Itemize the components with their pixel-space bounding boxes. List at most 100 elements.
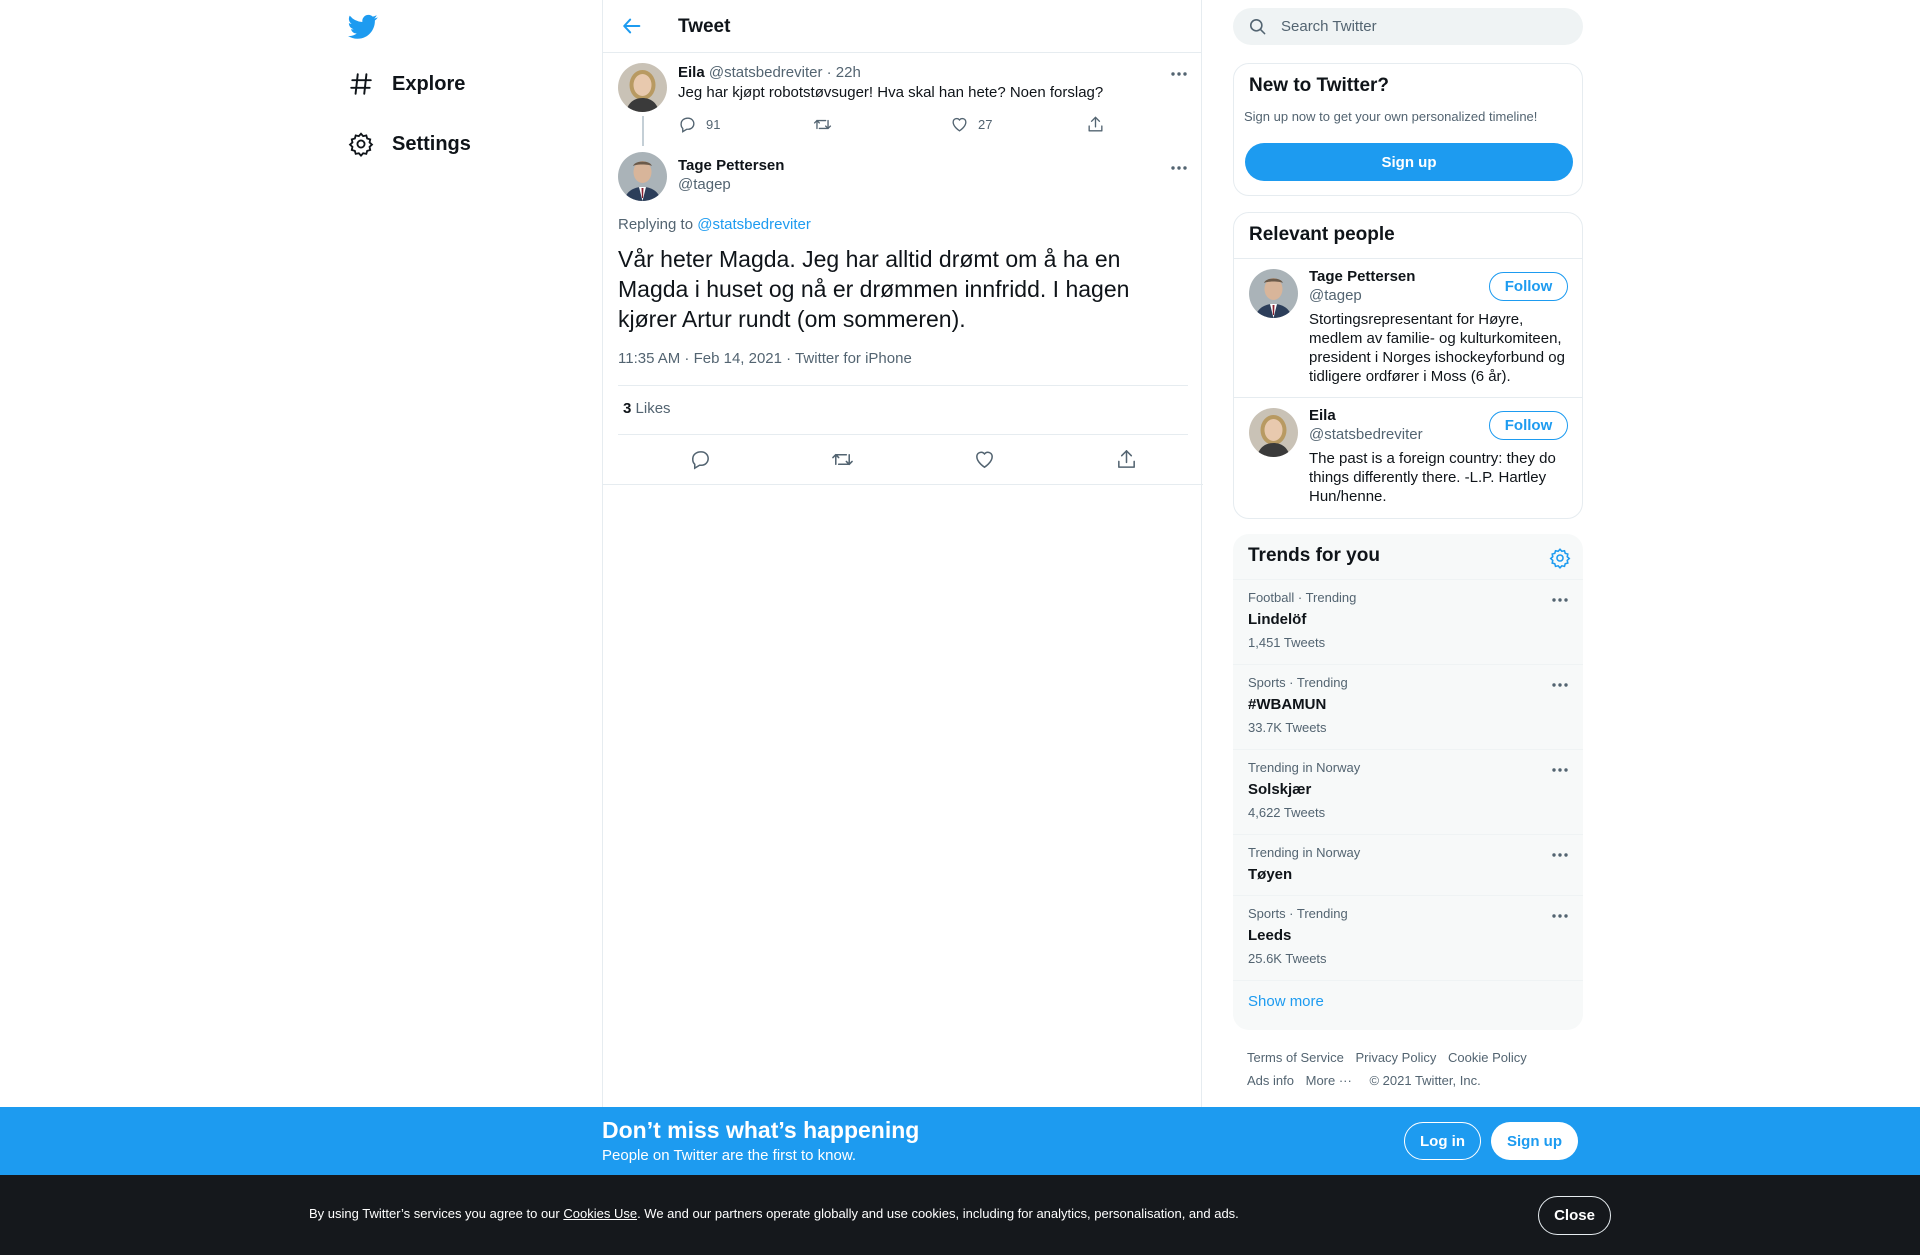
trend-name: Leeds bbox=[1248, 927, 1292, 944]
signup-button[interactable]: Sign up bbox=[1491, 1122, 1578, 1160]
trend-item[interactable]: Trending in Norway Tøyen bbox=[1233, 834, 1583, 895]
footer-link[interactable]: More ··· bbox=[1306, 1073, 1352, 1088]
divider bbox=[618, 385, 1188, 386]
cookie-text: By using Twitter’s services you agree to… bbox=[309, 1206, 1239, 1221]
more-options-icon[interactable] bbox=[1551, 682, 1569, 688]
person-handle[interactable]: @statsbedreviter bbox=[1309, 426, 1423, 443]
cookie-prefix: By using Twitter’s services you agree to… bbox=[309, 1206, 560, 1221]
meta-separator: · bbox=[786, 350, 792, 367]
author-handle[interactable]: @statsbedreviter bbox=[709, 64, 823, 81]
heart-icon[interactable] bbox=[973, 448, 996, 471]
trend-context: Sports · Trending bbox=[1248, 906, 1348, 921]
trends-card: Trends for you Football · Trending Linde… bbox=[1233, 534, 1583, 1030]
follow-button[interactable]: Follow bbox=[1489, 411, 1568, 440]
nav-explore[interactable]: Explore bbox=[348, 66, 465, 102]
trend-name: Solskjær bbox=[1248, 781, 1312, 798]
reply-button[interactable]: 91 bbox=[678, 115, 720, 134]
more-options-icon[interactable] bbox=[1551, 852, 1569, 858]
trend-item[interactable]: Football · Trending Lindelöf 1,451 Tweet… bbox=[1233, 579, 1583, 664]
parent-tweet-text: Jeg har kjøpt robotstøvsuger! Hva skal h… bbox=[678, 84, 1104, 101]
share-button[interactable] bbox=[1086, 115, 1114, 134]
tweet-timestamp[interactable]: 11:35 AM · Feb 14, 2021 bbox=[618, 350, 782, 367]
more-options-icon[interactable] bbox=[1170, 165, 1188, 171]
author-name[interactable]: Eila bbox=[678, 64, 705, 81]
divider bbox=[618, 434, 1188, 435]
cookies-use-link[interactable]: Cookies Use bbox=[563, 1206, 637, 1221]
person-handle[interactable]: @tagep bbox=[1309, 287, 1362, 304]
gear-icon[interactable] bbox=[1549, 547, 1571, 569]
avatar-tage[interactable] bbox=[1249, 269, 1298, 318]
author-name[interactable]: Tage Pettersen bbox=[678, 157, 784, 174]
twitter-logo-icon[interactable] bbox=[348, 14, 378, 40]
card-subtitle: Sign up now to get your own personalized… bbox=[1244, 109, 1538, 124]
replying-to-link[interactable]: @statsbedreviter bbox=[697, 216, 811, 233]
share-icon bbox=[1086, 115, 1114, 134]
trend-item[interactable]: Sports · Trending #WBAMUN 33.7K Tweets bbox=[1233, 664, 1583, 749]
tweet-meta: 11:35 AM · Feb 14, 2021 · Twitter for iP… bbox=[618, 350, 912, 367]
more-options-icon[interactable] bbox=[1170, 71, 1188, 77]
more-options-icon[interactable] bbox=[1551, 597, 1569, 603]
nav-settings-label: Settings bbox=[392, 132, 471, 155]
main-tweet-text: Vår heter Magda. Jeg har alltid drømt om… bbox=[618, 246, 1130, 332]
trend-context: Sports · Trending bbox=[1248, 675, 1348, 690]
nav-settings[interactable]: Settings bbox=[348, 126, 471, 162]
trend-count: 33.7K Tweets bbox=[1248, 720, 1327, 735]
parent-tweet[interactable]: Eila @statsbedreviter · 22h Jeg har kjøp… bbox=[603, 0, 1203, 150]
likes-link[interactable]: 3 Likes bbox=[623, 400, 671, 417]
new-to-twitter-card: New to Twitter? Sign up now to get your … bbox=[1233, 63, 1583, 196]
banner-title: Don’t miss what’s happening bbox=[602, 1117, 920, 1143]
person-item[interactable]: Tage Pettersen @tagep Stortingsrepresent… bbox=[1234, 259, 1582, 397]
more-options-icon[interactable] bbox=[1551, 913, 1569, 919]
search-bar[interactable] bbox=[1233, 8, 1583, 45]
like-count: 27 bbox=[978, 117, 993, 132]
avatar-eila[interactable] bbox=[1249, 408, 1298, 457]
trend-name: Lindelöf bbox=[1248, 611, 1307, 628]
parent-tweet-author: Eila @statsbedreviter · 22h bbox=[678, 64, 861, 81]
tweet-time[interactable]: · 22h bbox=[827, 64, 861, 81]
footer-links: Terms of Service Privacy Policy Cookie P… bbox=[1247, 1046, 1577, 1092]
trend-count: 1,451 Tweets bbox=[1248, 635, 1326, 650]
trend-name: Tøyen bbox=[1248, 866, 1293, 883]
retweet-icon[interactable] bbox=[831, 448, 854, 471]
person-name[interactable]: Eila bbox=[1309, 407, 1336, 424]
trend-count: 4,622 Tweets bbox=[1248, 805, 1326, 820]
login-button[interactable]: Log in bbox=[1404, 1122, 1481, 1160]
signup-button[interactable]: Sign up bbox=[1245, 143, 1573, 181]
author-handle[interactable]: @tagep bbox=[678, 176, 731, 193]
person-bio: Stortingsrepresentant for Høyre, medlem … bbox=[1309, 311, 1565, 385]
trend-item[interactable]: Sports · Trending Leeds 25.6K Tweets bbox=[1233, 895, 1583, 980]
avatar-eila[interactable] bbox=[618, 63, 667, 112]
follow-button[interactable]: Follow bbox=[1489, 272, 1568, 301]
footer-link[interactable]: Terms of Service bbox=[1247, 1050, 1344, 1065]
footer-link[interactable]: Ads info bbox=[1247, 1073, 1294, 1088]
reply-icon bbox=[678, 115, 706, 134]
footer-link[interactable]: Cookie Policy bbox=[1448, 1050, 1527, 1065]
show-more-link[interactable]: Show more bbox=[1248, 993, 1324, 1010]
copyright: © 2021 Twitter, Inc. bbox=[1369, 1073, 1481, 1088]
tweet-source[interactable]: Twitter for iPhone bbox=[795, 350, 912, 367]
retweet-button[interactable] bbox=[813, 115, 841, 134]
close-button[interactable]: Close bbox=[1538, 1196, 1611, 1235]
like-button[interactable]: 27 bbox=[950, 115, 992, 134]
footer-link[interactable]: Privacy Policy bbox=[1355, 1050, 1436, 1065]
search-input[interactable] bbox=[1281, 8, 1561, 45]
replying-prefix: Replying to bbox=[618, 216, 694, 233]
main-tweet-actions bbox=[603, 448, 1203, 472]
hashtag-icon bbox=[348, 71, 374, 97]
retweet-icon bbox=[813, 115, 841, 134]
more-options-icon[interactable] bbox=[1551, 767, 1569, 773]
reply-icon[interactable] bbox=[689, 448, 712, 471]
trend-context: Trending in Norway bbox=[1248, 760, 1361, 775]
trend-name: #WBAMUN bbox=[1248, 696, 1327, 713]
share-icon[interactable] bbox=[1115, 448, 1138, 471]
likes-label: Likes bbox=[635, 400, 671, 417]
likes-count: 3 bbox=[623, 400, 632, 417]
replying-to: Replying to @statsbedreviter bbox=[618, 216, 811, 233]
person-bio: The past is a foreign country: they do t… bbox=[1309, 450, 1556, 505]
person-item[interactable]: Eila @statsbedreviter The past is a fore… bbox=[1234, 398, 1582, 516]
person-name[interactable]: Tage Pettersen bbox=[1309, 268, 1415, 285]
thread-line bbox=[642, 116, 644, 146]
trend-item[interactable]: Trending in Norway Solskjær 4,622 Tweets bbox=[1233, 749, 1583, 834]
card-title: New to Twitter? bbox=[1249, 75, 1390, 96]
avatar-tage[interactable] bbox=[618, 152, 667, 201]
